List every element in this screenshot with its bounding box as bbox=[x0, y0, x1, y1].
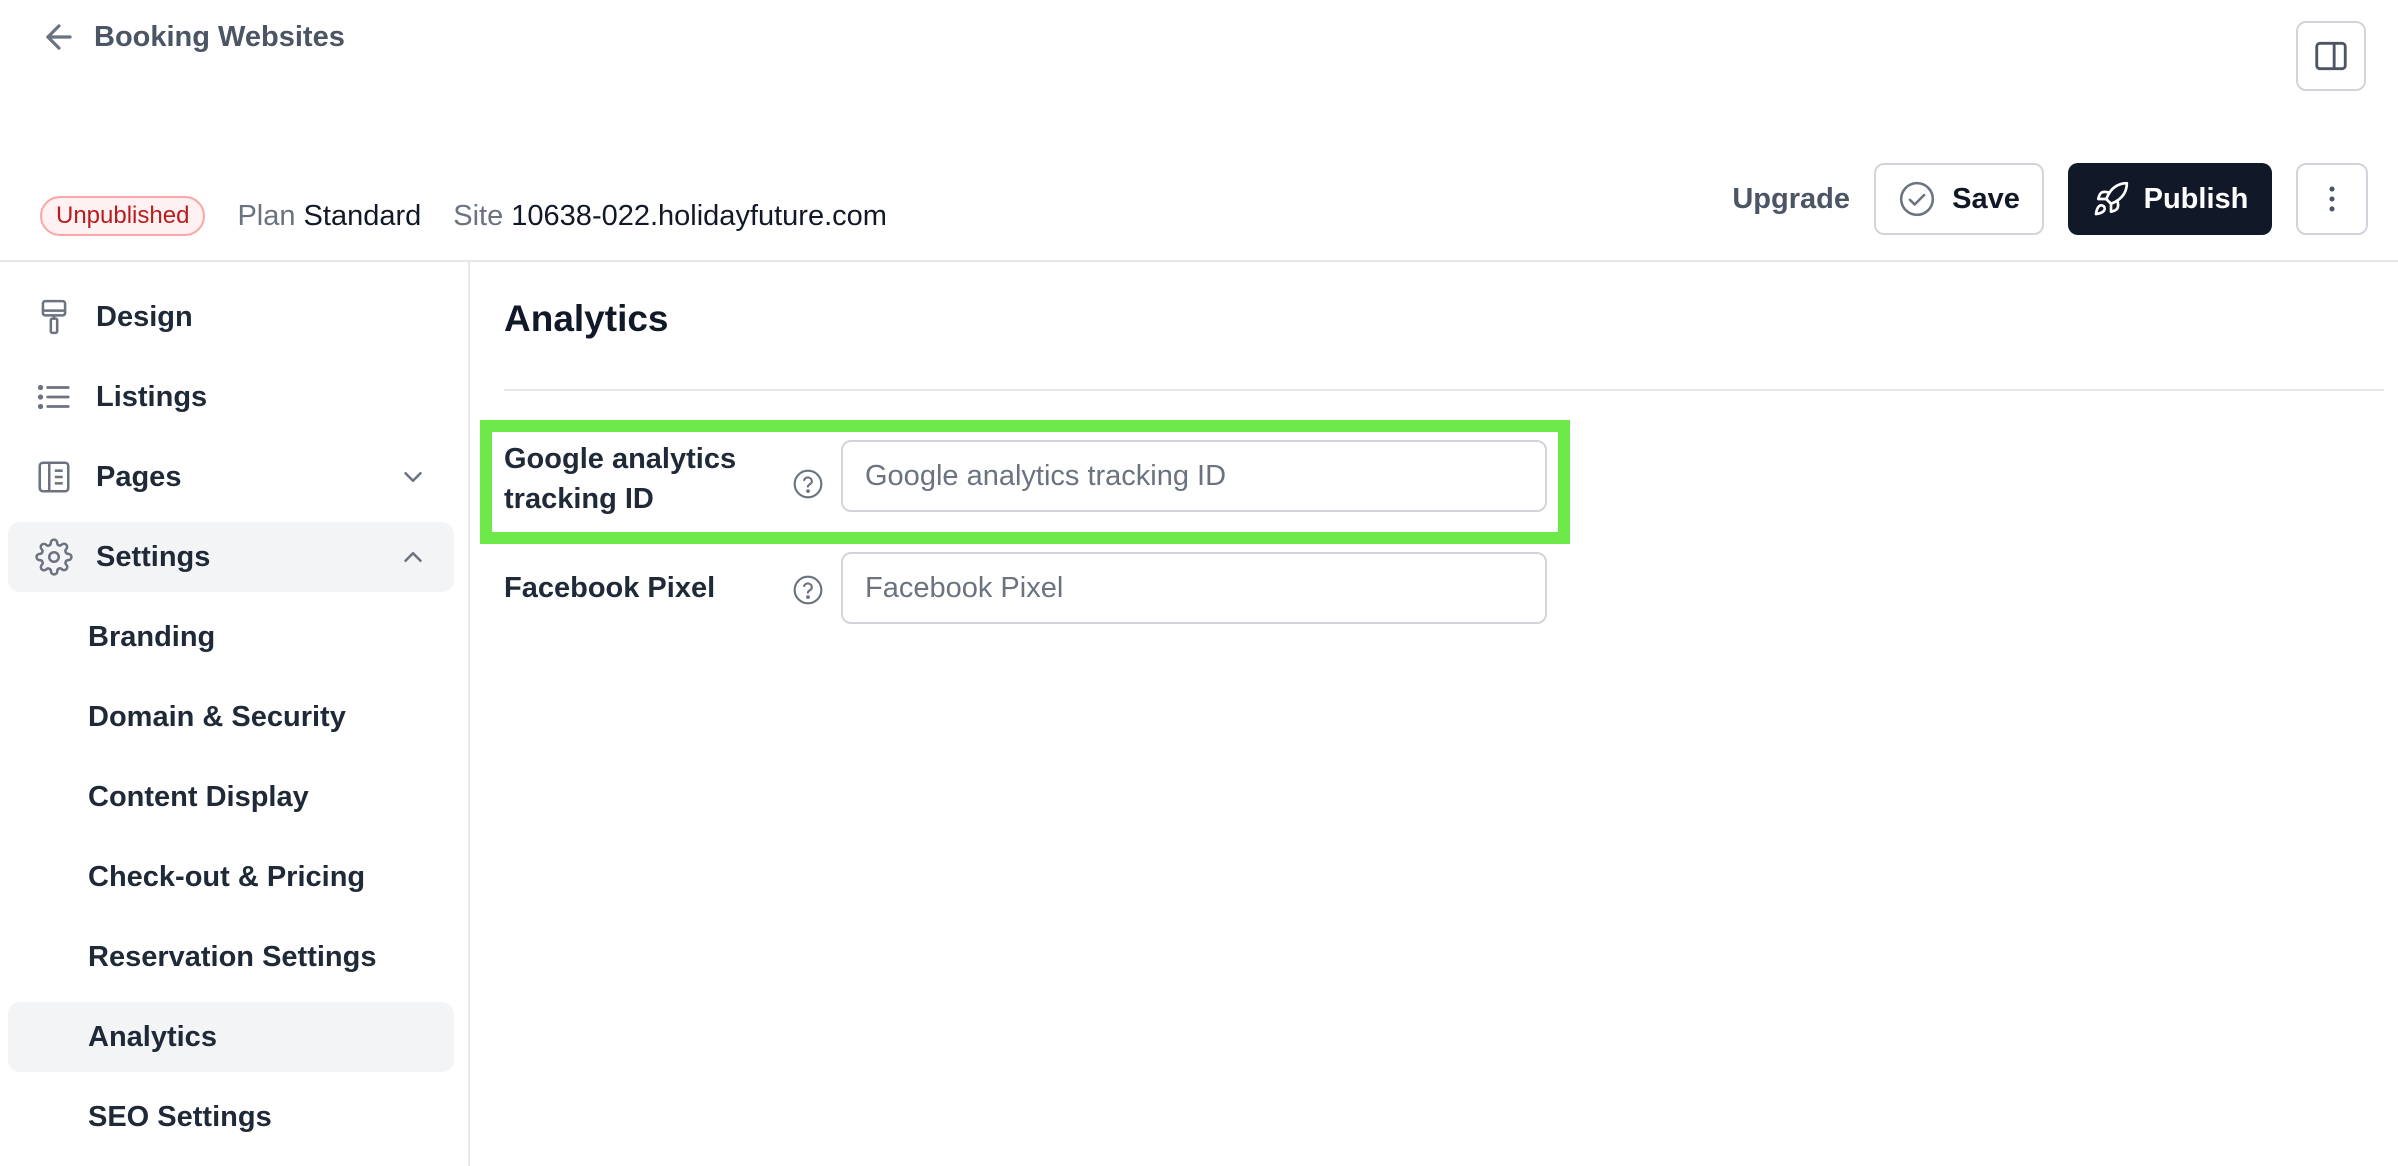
upgrade-button[interactable]: Upgrade bbox=[1732, 183, 1850, 216]
sidebar-item-label: Listings bbox=[96, 380, 208, 413]
sidebar-item-pages[interactable]: Pages bbox=[8, 442, 454, 512]
sidebar-subitem-analytics[interactable]: Analytics bbox=[8, 1002, 454, 1072]
save-button[interactable]: Save bbox=[1874, 163, 2044, 235]
arrow-left-icon bbox=[46, 24, 72, 50]
sidebar-subitem-seo-settings[interactable]: SEO Settings bbox=[8, 1082, 454, 1152]
google-analytics-label: Google analytics tracking ID bbox=[504, 443, 737, 515]
help-circle-icon[interactable] bbox=[792, 574, 824, 606]
site-info: Site 10638-022.holidayfuture.com bbox=[453, 200, 887, 233]
paint-roller-icon bbox=[34, 297, 74, 337]
sidebar-item-label: Design bbox=[96, 300, 193, 333]
sidebar-item-settings[interactable]: Settings bbox=[8, 522, 454, 592]
page-title: Analytics bbox=[504, 298, 669, 339]
panel-toggle-button[interactable] bbox=[2296, 21, 2366, 91]
sidebar-subitem-branding[interactable]: Branding bbox=[8, 602, 454, 672]
header-actions: Upgrade Save Publish bbox=[1732, 163, 2368, 235]
site-label: Site bbox=[453, 199, 504, 232]
more-options-button[interactable] bbox=[2296, 163, 2368, 235]
help-circle-icon[interactable] bbox=[792, 468, 824, 500]
facebook-pixel-label: Facebook Pixel bbox=[504, 572, 716, 604]
check-circle-icon bbox=[1900, 181, 1935, 217]
sidebar-item-listings[interactable]: Listings bbox=[8, 362, 454, 432]
back-link[interactable]: Booking Websites bbox=[40, 18, 345, 56]
plan-label: Plan bbox=[237, 199, 296, 232]
title-divider bbox=[504, 389, 2384, 391]
publish-button[interactable]: Publish bbox=[2068, 163, 2272, 235]
list-icon bbox=[34, 377, 74, 417]
rocket-icon bbox=[2094, 181, 2128, 216]
status-badge: Unpublished bbox=[40, 196, 206, 236]
top-header: Booking Websites Unpublished Plan Standa… bbox=[0, 0, 2398, 262]
sidebar-item-label: Settings bbox=[96, 540, 211, 573]
facebook-pixel-input[interactable] bbox=[841, 552, 1547, 624]
sidebar-panel-icon bbox=[2315, 41, 2347, 71]
gear-icon bbox=[34, 537, 74, 577]
publish-label: Publish bbox=[2143, 182, 2249, 215]
sidebar-subitem-checkout-pricing[interactable]: Check-out & Pricing bbox=[8, 842, 454, 912]
more-vertical-icon bbox=[2329, 186, 2335, 212]
google-analytics-tracking-id-input[interactable] bbox=[841, 440, 1547, 512]
sidebar-subitem-content-display[interactable]: Content Display bbox=[8, 762, 454, 832]
site-status-row: Unpublished Plan Standard Site 10638-022… bbox=[40, 196, 887, 236]
sidebar-subitem-reservation-settings[interactable]: Reservation Settings bbox=[8, 922, 454, 992]
sidebar-item-label: Pages bbox=[96, 460, 182, 493]
chevron-down-icon bbox=[404, 472, 422, 482]
sidebar-item-design[interactable]: Design bbox=[8, 282, 454, 352]
chevron-up-icon bbox=[404, 552, 422, 562]
plan-info: Plan Standard bbox=[237, 200, 421, 233]
pages-icon bbox=[34, 457, 74, 497]
site-url: 10638-022.holidayfuture.com bbox=[511, 199, 887, 232]
sidebar-subitem-domain-security[interactable]: Domain & Security bbox=[8, 682, 454, 752]
plan-value: Standard bbox=[303, 199, 422, 232]
save-label: Save bbox=[1952, 182, 2020, 215]
back-label: Booking Websites bbox=[94, 20, 345, 53]
sidebar: Design Listings Pages Settings Branding … bbox=[0, 262, 470, 1166]
